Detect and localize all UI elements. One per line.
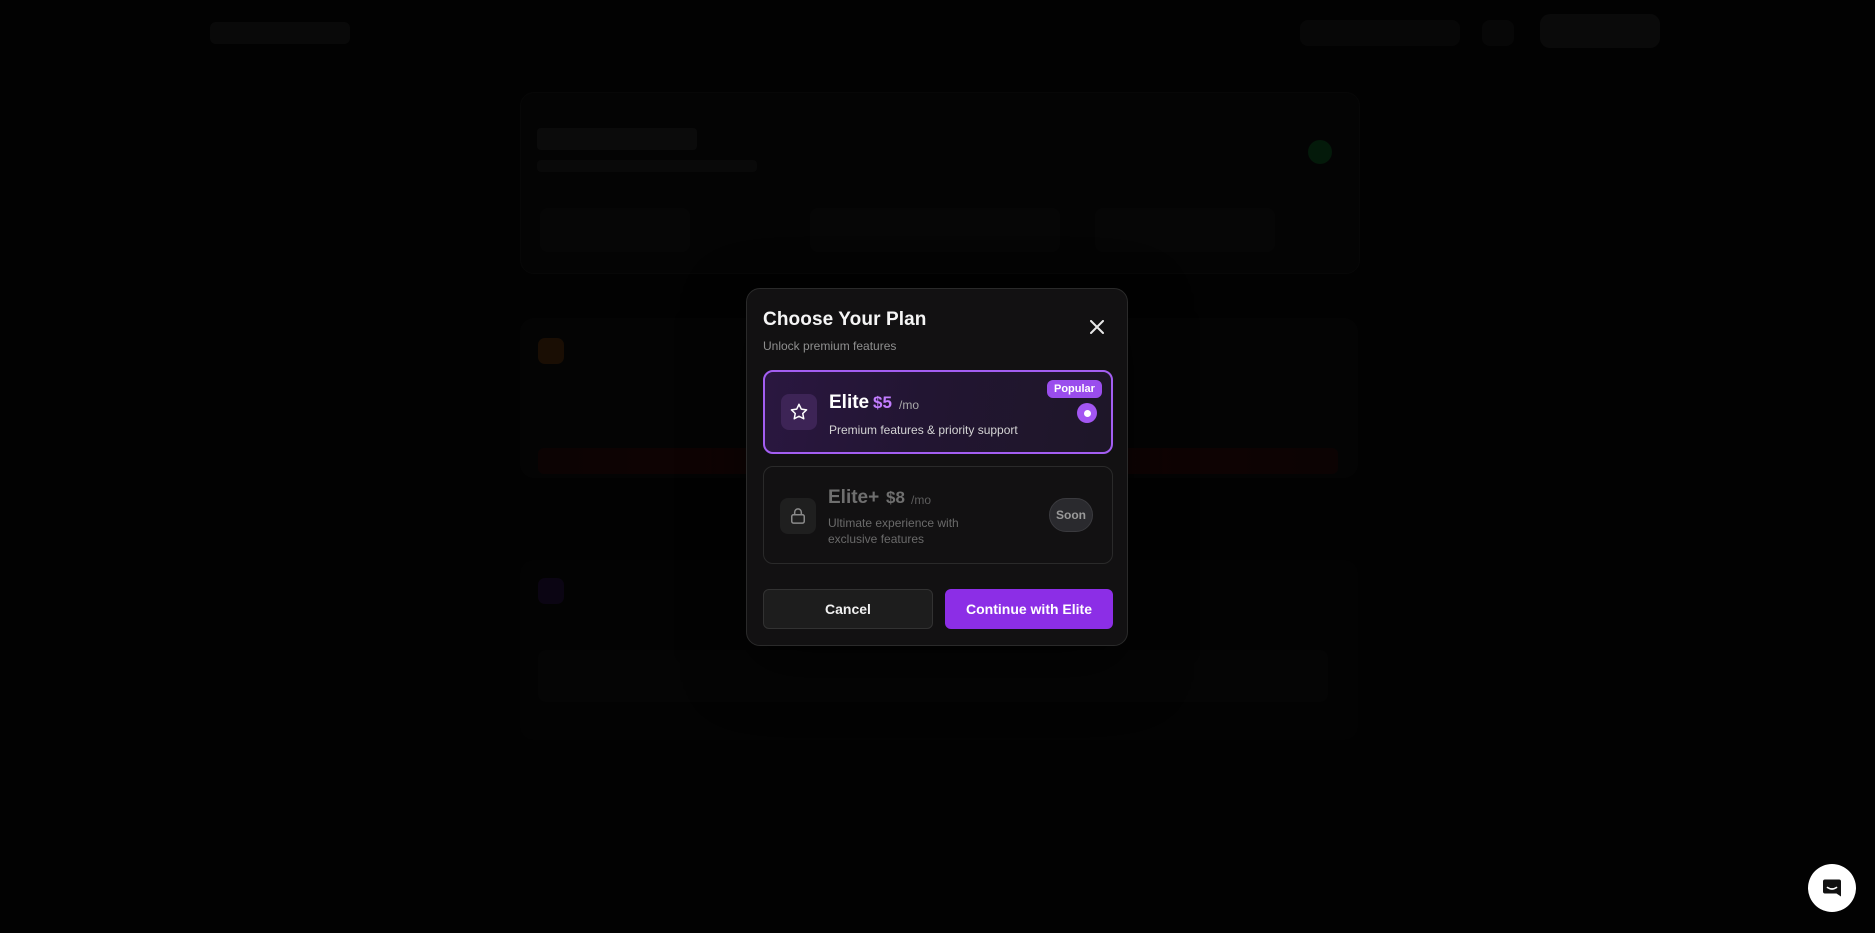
close-icon [1090, 320, 1104, 334]
dialog-subtitle: Unlock premium features [763, 339, 897, 353]
plan-description: Premium features & priority support [829, 423, 1018, 437]
plan-name: Elite+ [828, 487, 880, 508]
plan-icon-container [780, 498, 816, 534]
plan-price: $5 [873, 393, 892, 412]
dialog-title: Choose Your Plan [763, 309, 927, 330]
plan-description: Ultimate experience with exclusive featu… [828, 516, 959, 546]
plan-period: /mo [899, 398, 920, 412]
continue-button[interactable]: Continue with Elite [945, 589, 1113, 629]
chat-icon [1823, 879, 1841, 897]
plan-option-elite-plus: Elite+ $8 /mo Ultimate experience with e… [763, 466, 1113, 564]
plan-icon-container [781, 394, 817, 430]
plan-radio-selected[interactable] [1077, 403, 1097, 423]
radio-dot [1083, 409, 1091, 417]
plan-option-elite[interactable]: Elite $5 /mo Premium features & priority… [763, 370, 1113, 454]
plan-price: $8 [886, 488, 905, 507]
chat-launcher-button[interactable] [1808, 864, 1856, 912]
choose-plan-dialog: Choose Your Plan Unlock premium features… [746, 288, 1128, 646]
plan-period: /mo [911, 493, 932, 507]
popular-badge: Popular [1047, 380, 1102, 398]
lock-icon [791, 508, 805, 524]
star-icon [790, 403, 808, 420]
plan-name: Elite [829, 392, 870, 413]
soon-badge: Soon [1049, 498, 1093, 532]
close-button[interactable] [1083, 313, 1111, 341]
cancel-button[interactable]: Cancel [763, 589, 933, 629]
